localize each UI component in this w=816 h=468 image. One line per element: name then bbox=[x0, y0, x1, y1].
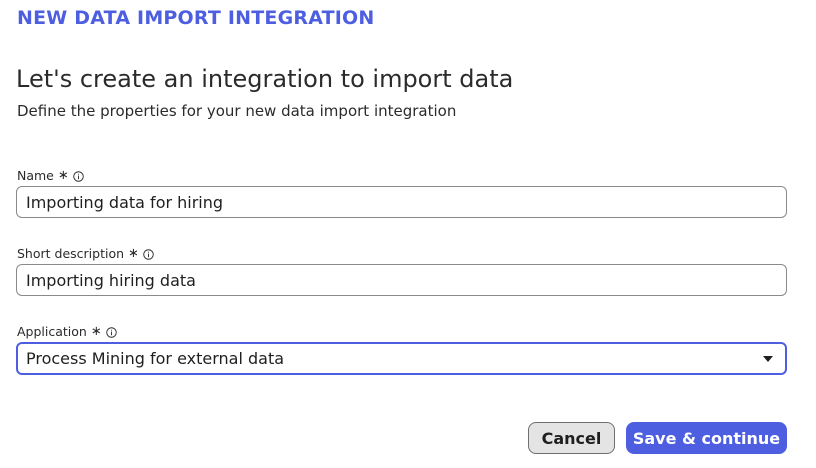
save-and-continue-button[interactable]: Save & continue bbox=[626, 422, 787, 454]
page-title: Let's create an integration to import da… bbox=[16, 65, 514, 93]
info-icon[interactable] bbox=[73, 170, 84, 182]
required-asterisk: ∗ bbox=[128, 246, 139, 261]
caret-down-icon bbox=[763, 355, 773, 362]
page-subtitle: Define the properties for your new data … bbox=[17, 102, 457, 120]
name-field-label: Name ∗ bbox=[17, 168, 84, 184]
application-select[interactable]: Process Mining for external data bbox=[16, 342, 787, 375]
name-input[interactable] bbox=[16, 186, 787, 218]
short-description-field-label: Short description ∗ bbox=[17, 246, 154, 262]
application-label-text: Application bbox=[17, 324, 87, 339]
short-description-input[interactable] bbox=[16, 264, 787, 296]
short-description-label-text: Short description bbox=[17, 246, 125, 261]
application-selected-value: Process Mining for external data bbox=[26, 348, 285, 368]
name-label-text: Name bbox=[17, 168, 54, 183]
required-asterisk: ∗ bbox=[90, 324, 102, 339]
page-header-title: NEW DATA IMPORT INTEGRATION bbox=[17, 7, 375, 29]
info-icon[interactable] bbox=[106, 326, 117, 338]
integration-form-page: NEW DATA IMPORT INTEGRATION Let's create… bbox=[0, 0, 816, 468]
required-asterisk: ∗ bbox=[57, 168, 69, 183]
cancel-button[interactable]: Cancel bbox=[528, 422, 615, 454]
info-icon[interactable] bbox=[143, 248, 154, 260]
application-field-label: Application ∗ bbox=[17, 324, 117, 340]
